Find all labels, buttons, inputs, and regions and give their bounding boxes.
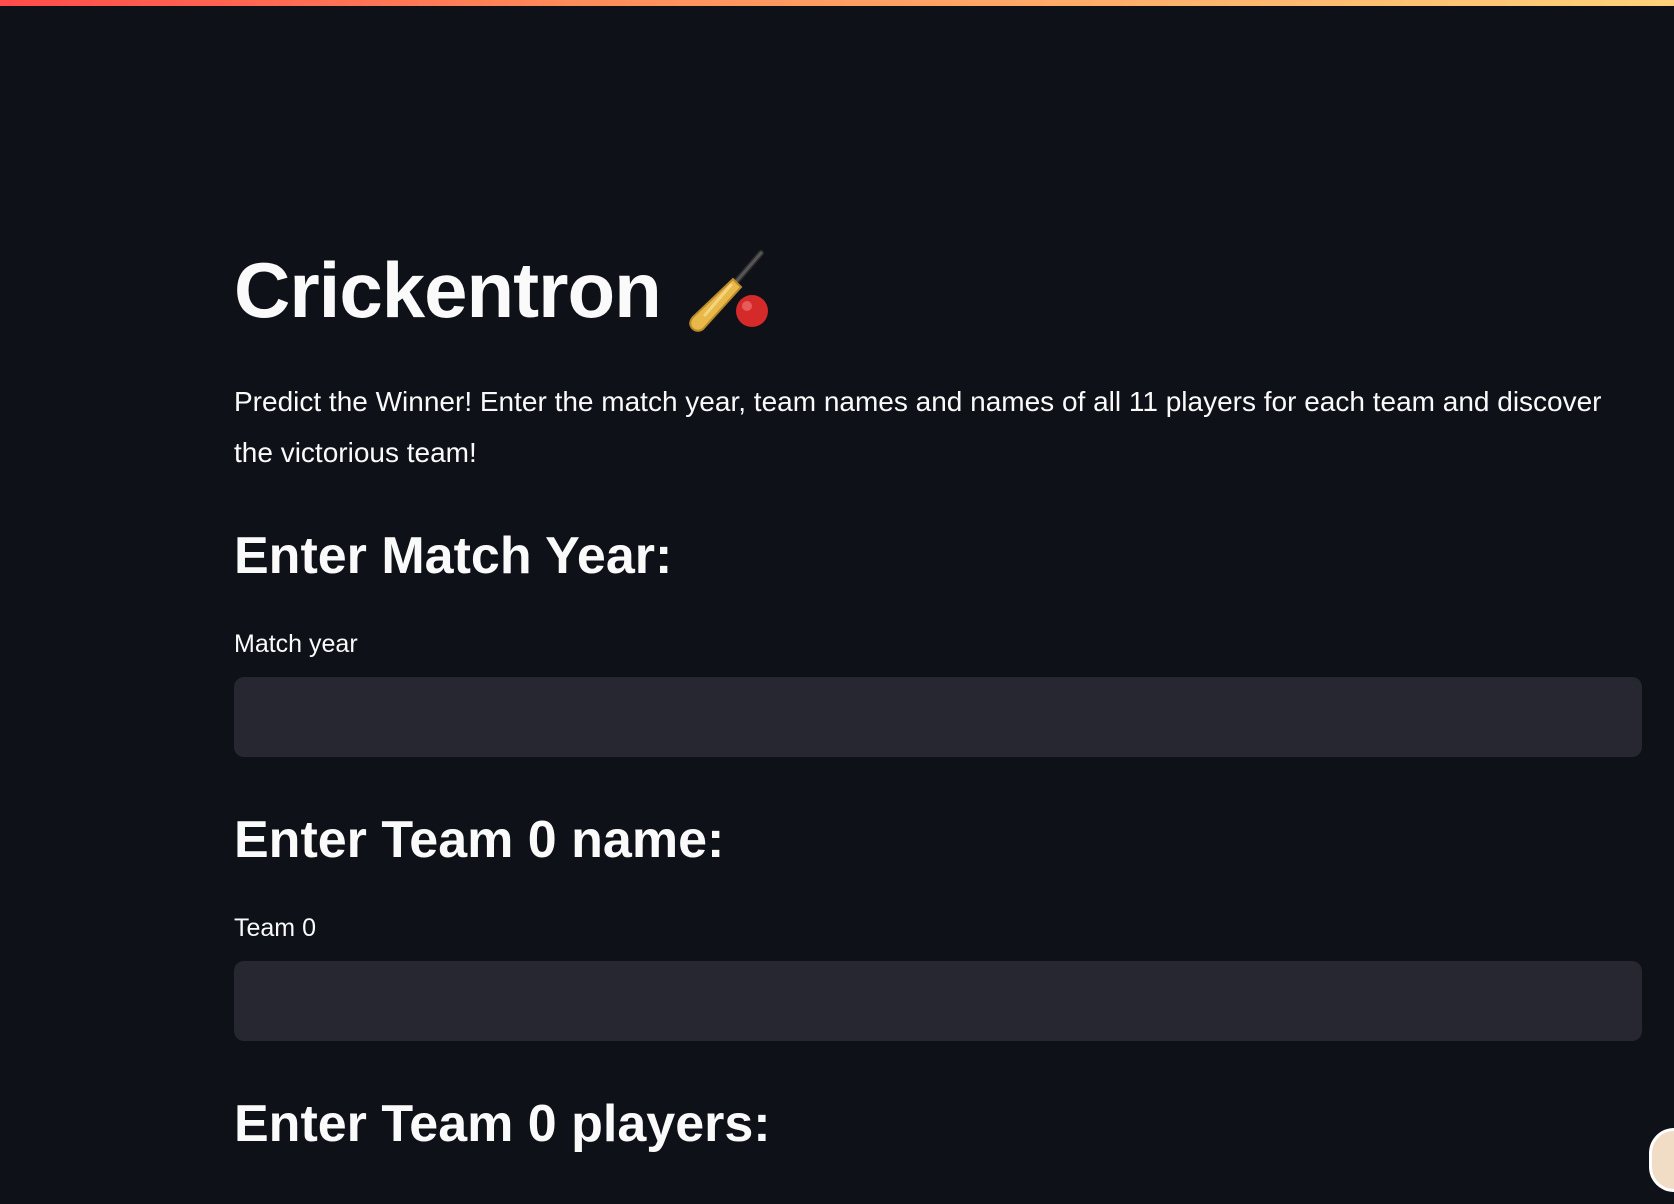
- team0-players-heading: Enter Team 0 players:: [234, 1095, 771, 1153]
- main-content: Crickentron Predict the Winner! Enter th…: [234, 230, 1642, 1150]
- floating-avatar-widget[interactable]: [1649, 1128, 1674, 1192]
- team0-name-label: Team 0: [234, 914, 316, 942]
- match-year-heading: Enter Match Year:: [234, 527, 673, 585]
- team0-name-heading: Enter Team 0 name:: [234, 811, 725, 869]
- cricket-bat-ball-icon: [683, 245, 773, 335]
- page-title: Crickentron: [234, 246, 662, 334]
- team0-name-input[interactable]: [234, 961, 1642, 1041]
- title-row: Crickentron: [234, 230, 1642, 350]
- match-year-label: Match year: [234, 630, 358, 658]
- match-year-input[interactable]: [234, 677, 1642, 757]
- app-description: Predict the Winner! Enter the match year…: [234, 386, 1602, 468]
- header-decoration-bar: [0, 0, 1674, 6]
